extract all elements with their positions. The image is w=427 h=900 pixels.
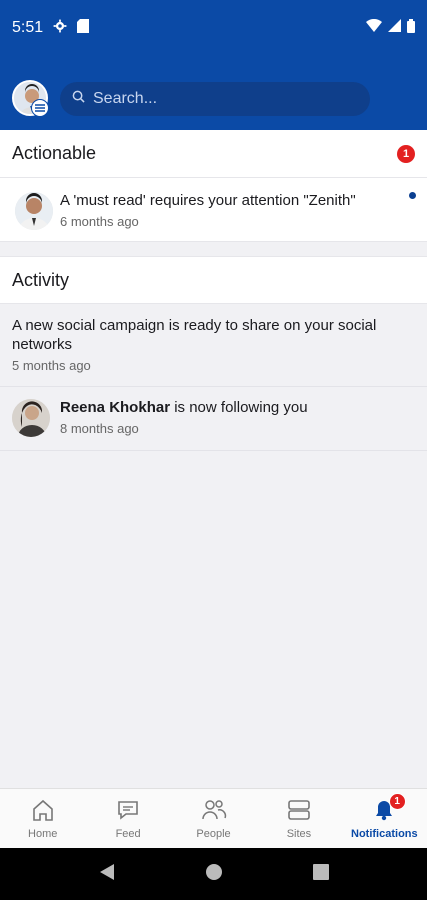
tab-sites[interactable]: Sites [256,789,341,848]
actionable-count-badge: 1 [397,144,415,163]
home-icon [31,799,55,828]
recents-icon[interactable] [312,863,329,885]
status-time: 5:51 [12,19,44,36]
search-placeholder: Search... [93,90,158,107]
notification-text: Reena Khokhar is now following you [60,398,410,417]
feed-icon [116,799,140,828]
notifications-count-badge: 1 [388,793,406,810]
bottom-nav: Home Feed People Sites Notifications 1 [0,788,427,848]
signal-icon [388,19,401,37]
follow-message: is now following you [170,399,308,416]
system-nav-bar [0,848,427,900]
notification-time: 8 months ago [60,421,139,436]
search-input[interactable]: Search... [60,82,370,116]
tab-label: Home [28,828,58,840]
back-icon[interactable] [99,863,115,886]
follower-name[interactable]: Reena Khokhar [60,399,170,416]
notification-time: 6 months ago [60,214,139,229]
tab-label: People [196,828,231,840]
wifi-icon [366,18,382,37]
actionable-title: Actionable [12,143,97,163]
actionable-item[interactable]: A 'must read' requires your attention "Z… [0,178,427,242]
tab-people[interactable]: People [171,789,256,848]
people-icon [201,799,227,828]
tab-home[interactable]: Home [0,789,85,848]
tab-label: Feed [115,828,141,840]
tab-feed[interactable]: Feed [85,789,170,848]
status-bar: 5:51 [0,0,427,56]
tab-label: Notifications [351,828,418,840]
home-circle-icon[interactable] [205,863,223,886]
battery-icon [407,18,415,38]
unread-dot [409,192,416,199]
sites-icon [287,799,311,828]
activity-item[interactable]: A new social campaign is ready to share … [0,305,427,387]
settings-gear-icon [53,19,67,38]
tab-notifications[interactable]: Notifications 1 [342,789,427,848]
actionable-header: Actionable 1 [0,130,427,178]
activity-item[interactable]: Reena Khokhar is now following you 8 mon… [0,387,427,451]
tab-label: Sites [286,828,312,840]
activity-header: Activity [0,256,427,304]
activity-title: Activity [12,269,70,290]
sd-card-icon [77,18,90,38]
notification-text: A 'must read' requires your attention "Z… [60,192,356,209]
avatar [15,192,53,230]
avatar [12,399,50,437]
search-icon [72,90,93,108]
menu-badge-icon[interactable] [31,99,49,117]
notification-text: A new social campaign is ready to share … [12,317,377,353]
notification-time: 5 months ago [12,358,91,373]
